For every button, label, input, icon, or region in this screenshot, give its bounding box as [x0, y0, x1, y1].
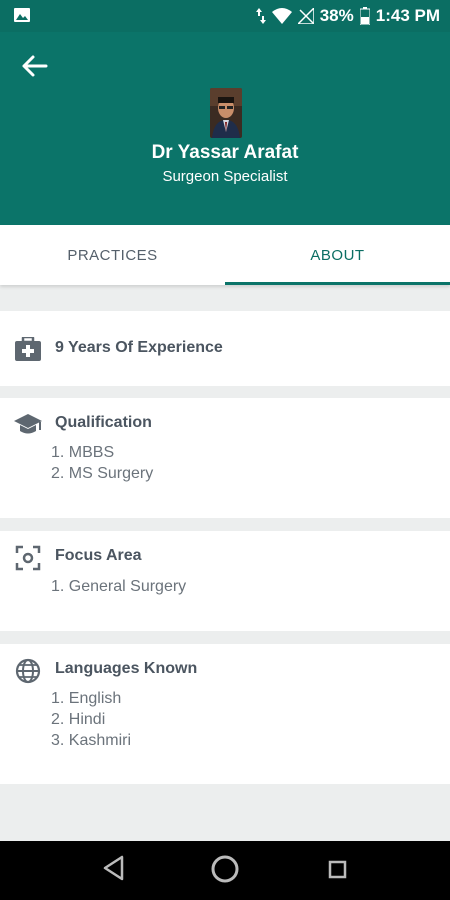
nav-home-icon[interactable]	[210, 854, 240, 884]
doctor-name: Dr Yassar Arafat	[151, 142, 299, 163]
medical-bag-icon	[15, 337, 41, 361]
back-arrow-icon[interactable]	[20, 54, 50, 78]
list-item: 1. General Surgery	[51, 578, 187, 595]
tab-practices[interactable]: PRACTICES	[0, 225, 225, 285]
nav-recents-icon[interactable]	[328, 860, 348, 880]
nav-back-icon[interactable]	[102, 855, 124, 881]
experience-label: 9 Years Of Experience	[55, 339, 223, 356]
tab-about[interactable]: ABOUT	[225, 225, 450, 285]
battery-percent: 38%	[319, 6, 354, 25]
focus-icon	[15, 545, 41, 571]
image-notification-icon	[14, 8, 30, 22]
list-item: 2. Hindi	[51, 711, 106, 728]
list-item: 1. English	[51, 690, 122, 707]
system-nav-bar	[0, 841, 450, 900]
qualification-title: Qualification	[55, 414, 152, 431]
list-item: 3. Kashmiri	[51, 732, 132, 749]
languages-list: 1. English 2. Hindi 3. Kashmiri	[51, 688, 131, 751]
tab-bar: PRACTICES ABOUT	[0, 225, 450, 285]
doctor-avatar	[210, 88, 242, 138]
profile-header: Dr Yassar Arafat Surgeon Specialist	[0, 32, 450, 225]
focus-area-title: Focus Area	[55, 547, 142, 564]
qualification-list: 1. MBBS 2. MS Surgery	[51, 442, 153, 484]
focus-area-card: Focus Area 1. General Surgery	[0, 531, 450, 631]
languages-title: Languages Known	[55, 660, 198, 677]
qualification-card: Qualification 1. MBBS 2. MS Surgery	[0, 398, 450, 518]
battery-icon	[359, 7, 370, 25]
wifi-icon	[271, 8, 292, 24]
status-bar: 38% 1:43 PM	[0, 0, 450, 32]
list-item: 1. MBBS	[51, 444, 115, 461]
graduation-cap-icon	[14, 414, 42, 434]
languages-card: Languages Known 1. English 2. Hindi 3. K…	[0, 644, 450, 784]
no-signal-icon	[297, 8, 314, 24]
experience-card: 9 Years Of Experience	[0, 311, 450, 386]
doctor-specialty: Surgeon Specialist	[162, 168, 288, 185]
globe-icon	[15, 658, 41, 684]
list-item: 2. MS Surgery	[51, 465, 154, 482]
focus-area-list: 1. General Surgery	[51, 576, 186, 597]
clock: 1:43 PM	[375, 6, 440, 25]
data-transfer-icon	[255, 8, 266, 24]
